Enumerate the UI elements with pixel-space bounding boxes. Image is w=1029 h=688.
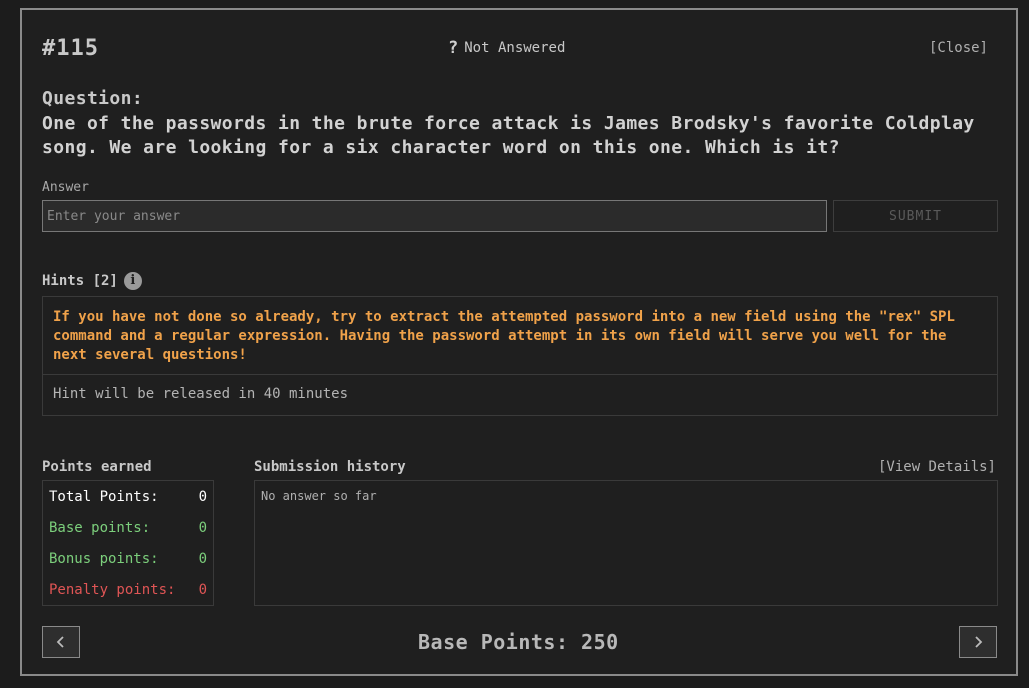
points-row-base: Base points: 0 [49, 518, 207, 549]
points-earned-title: Points earned [42, 459, 152, 475]
points-row-penalty: Penalty points: 0 [49, 580, 207, 611]
hint-item-pending: Hint will be released in 40 minutes [53, 386, 349, 402]
info-icon[interactable]: i [123, 272, 142, 290]
points-label: Penalty points: [49, 582, 176, 598]
next-question-button[interactable] [959, 626, 997, 658]
close-button[interactable]: [Close] [929, 40, 988, 56]
points-row-total: Total Points: 0 [49, 487, 207, 518]
submission-history-panel: No answer so far [254, 480, 998, 606]
points-value: 0 [198, 582, 207, 598]
base-points-label: Base Points: 250 [418, 630, 619, 654]
previous-question-button[interactable] [42, 626, 80, 658]
points-row-bonus: Bonus points: 0 [49, 549, 207, 580]
points-value: 0 [198, 520, 207, 536]
hints-title: Hints [2] i [42, 272, 142, 290]
submit-button[interactable]: SUBMIT [833, 200, 998, 232]
question-label: Question: [42, 88, 144, 109]
submission-empty-text: No answer so far [261, 489, 377, 503]
hints-list: If you have not done so already, try to … [42, 296, 998, 416]
hints-label: Hints [2] [42, 273, 118, 289]
question-number: #115 [42, 36, 99, 61]
points-value: 0 [198, 551, 207, 567]
chevron-right-icon [975, 636, 983, 648]
answer-status: ? Not Answered [448, 38, 565, 58]
view-details-link[interactable]: [View Details] [878, 459, 996, 475]
submission-history-title: Submission history [254, 459, 406, 475]
points-value: 0 [198, 489, 207, 505]
hint-item-revealed: If you have not done so already, try to … [43, 297, 997, 375]
question-modal: #115 ? Not Answered [Close] Question: On… [20, 8, 1018, 676]
question-text: One of the passwords in the brute force … [42, 113, 975, 158]
question-mark-icon: ? [448, 38, 459, 58]
answer-input[interactable] [42, 200, 827, 232]
status-text: Not Answered [464, 40, 566, 56]
points-label: Base points: [49, 520, 151, 536]
points-label: Bonus points: [49, 551, 159, 567]
points-earned-panel: Total Points: 0 Base points: 0 Bonus poi… [42, 480, 214, 606]
chevron-left-icon [56, 636, 64, 648]
points-label: Total Points: [49, 489, 159, 505]
answer-label: Answer [42, 180, 89, 195]
